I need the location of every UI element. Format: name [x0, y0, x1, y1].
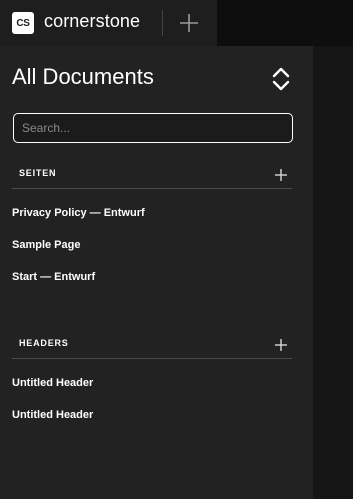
plus-icon[interactable]	[178, 12, 200, 34]
list-item[interactable]: Start — Entwurf	[12, 271, 95, 283]
brand-name: cornerstone	[44, 11, 141, 31]
search-input[interactable]	[13, 113, 293, 143]
top-divider	[162, 10, 163, 36]
list-item[interactable]: Sample Page	[12, 239, 80, 251]
plus-icon[interactable]	[274, 168, 288, 182]
logo-text: CS	[16, 17, 30, 29]
section-header-seiten: SEITEN	[12, 164, 292, 189]
logo-badge: CS	[12, 12, 34, 34]
section-label: SEITEN	[19, 168, 57, 178]
preview-area	[313, 46, 353, 499]
list-item[interactable]: Untitled Header	[12, 377, 93, 389]
list-item[interactable]: Untitled Header	[12, 409, 93, 421]
list-item[interactable]: Privacy Policy — Entwurf	[12, 207, 145, 219]
panel-title: All Documents	[12, 64, 154, 89]
top-bar-empty-area	[217, 0, 353, 46]
top-bar: CS cornerstone	[0, 0, 217, 46]
section-header-headers: HEADERS	[12, 334, 292, 359]
plus-icon[interactable]	[274, 338, 288, 352]
chevron-up-down-icon[interactable]	[271, 67, 291, 91]
section-label: HEADERS	[19, 338, 69, 348]
